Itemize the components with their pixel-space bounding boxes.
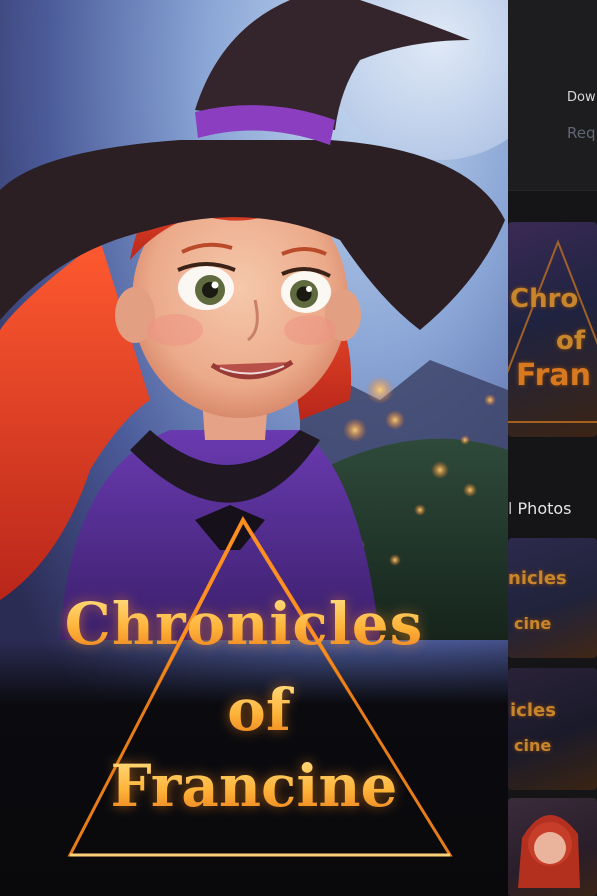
- request-label[interactable]: Req: [567, 124, 596, 142]
- screen: Dow Req Chro of Fran ​l Photos nicles ci…: [0, 0, 597, 896]
- cover-title-line2: of: [5, 676, 508, 744]
- thumbnail-title-line2: cine: [514, 736, 552, 755]
- cover-title-line1: Chronicles: [0, 590, 498, 658]
- thumbnail-girl-icon: [518, 814, 580, 888]
- thumbnail-title-line1: icles: [510, 700, 556, 721]
- thumbnail-title-line3: Fran: [516, 358, 591, 393]
- thumbnail-title-line2: cine: [514, 614, 552, 633]
- thumbnail-photo[interactable]: nicles cine: [508, 538, 597, 658]
- thumbnail-title-line2: of: [556, 326, 586, 356]
- thumbnail-photo[interactable]: icles cine: [508, 668, 597, 790]
- photos-label: Photos: [517, 499, 572, 518]
- thumbnail-title-line1: Chro: [510, 284, 579, 314]
- book-cover-image: Chronicles of Francine: [0, 0, 508, 896]
- cover-title-line3: Francine: [0, 752, 508, 820]
- thumbnail-cover[interactable]: Chro of Fran: [508, 222, 597, 437]
- download-label[interactable]: Dow: [567, 90, 596, 105]
- thumbnail-photo[interactable]: [508, 798, 597, 896]
- photos-section-label: ​l Photos: [508, 499, 572, 518]
- thumbnail-title-line1: nicles: [508, 568, 567, 589]
